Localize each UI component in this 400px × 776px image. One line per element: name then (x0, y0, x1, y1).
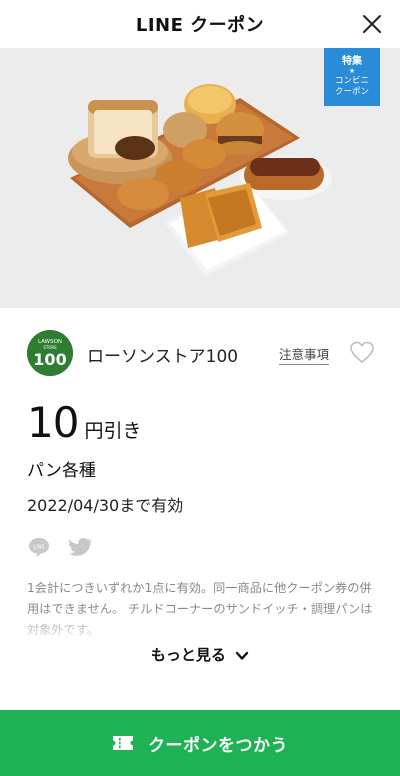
discount-number: 10 (27, 398, 79, 447)
discount-amount: 10 円引き (27, 398, 141, 447)
tag-title: 特集 (342, 56, 362, 67)
valid-until: 2022/04/30まで有効 (27, 496, 184, 515)
item-name: パン各種 (27, 461, 96, 481)
store-name: ローソンストア100 (87, 347, 239, 367)
notes-link[interactable]: 注意事項 (279, 344, 330, 365)
use-coupon-button[interactable]: クーポンをつかう (0, 710, 400, 776)
share-row: LINE (27, 536, 93, 558)
show-more-label: もっと見る (150, 646, 226, 664)
tag-line-2: クーポン (334, 87, 369, 97)
discount-unit: 円引き (84, 420, 142, 442)
close-icon[interactable] (360, 12, 384, 36)
heart-icon[interactable] (349, 340, 375, 366)
svg-text:LINE: LINE (33, 545, 44, 551)
hero-image: 特集 ★ コンビニ クーポン (0, 48, 400, 308)
star-icon: ★ (348, 67, 356, 75)
store-row: LAWSON STORE 100 ローソンストア100 注意事項 (27, 330, 377, 382)
twitter-share-icon[interactable] (69, 536, 93, 558)
coupon-card: LAWSON STORE 100 ローソンストア100 注意事項 10 円引き … (0, 308, 400, 708)
feature-tag: 特集 ★ コンビニ クーポン (324, 48, 380, 106)
show-more-button[interactable]: もっと見る (0, 644, 400, 665)
chevron-down-icon (235, 651, 249, 660)
description-fade (0, 608, 400, 648)
header-title: LINE クーポン (135, 15, 265, 36)
tag-line-1: コンビニ (334, 76, 369, 86)
line-share-icon[interactable]: LINE (27, 536, 51, 558)
use-coupon-label: クーポンをつかう (148, 735, 288, 756)
app-header: LINE クーポン (0, 0, 400, 48)
ticket-icon (113, 736, 133, 750)
store-logo: LAWSON STORE 100 (27, 330, 73, 376)
logo-text-num: 100 (33, 350, 66, 369)
